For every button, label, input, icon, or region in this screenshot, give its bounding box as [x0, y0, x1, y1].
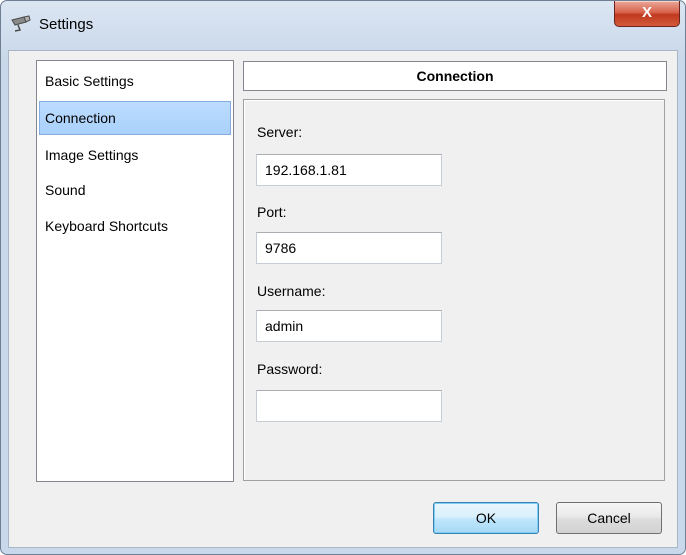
port-label: Port:: [257, 204, 287, 220]
title-bar[interactable]: Settings X: [1, 1, 685, 49]
nav-item-sound[interactable]: Sound: [39, 173, 231, 207]
dialog-body: Basic Settings Connection Image Settings…: [8, 50, 678, 548]
nav-item-keyboard-shortcuts[interactable]: Keyboard Shortcuts: [39, 209, 231, 243]
nav-item-connection[interactable]: Connection: [39, 101, 231, 135]
close-button[interactable]: X: [614, 1, 680, 27]
port-input[interactable]: 9786: [256, 232, 442, 264]
password-label: Password:: [257, 361, 323, 377]
close-icon: X: [641, 4, 652, 21]
username-label: Username:: [257, 283, 326, 299]
window-title: Settings: [39, 16, 94, 33]
settings-category-list[interactable]: Basic Settings Connection Image Settings…: [36, 60, 234, 482]
server-input[interactable]: 192.168.1.81: [256, 154, 442, 186]
ok-button[interactable]: OK: [433, 502, 539, 534]
nav-item-image-settings[interactable]: Image Settings: [39, 138, 231, 172]
camera-icon: [11, 15, 31, 32]
password-input[interactable]: [256, 390, 442, 422]
server-label: Server:: [257, 124, 303, 140]
cancel-button[interactable]: Cancel: [556, 502, 662, 534]
connection-settings-panel: Server: 192.168.1.81 Port: 9786 Username…: [243, 99, 665, 481]
section-title: Connection: [243, 61, 667, 91]
nav-item-basic-settings[interactable]: Basic Settings: [39, 64, 231, 98]
username-input[interactable]: admin: [256, 310, 442, 342]
settings-dialog: Settings X Basic Settings Connection Ima…: [0, 0, 686, 555]
